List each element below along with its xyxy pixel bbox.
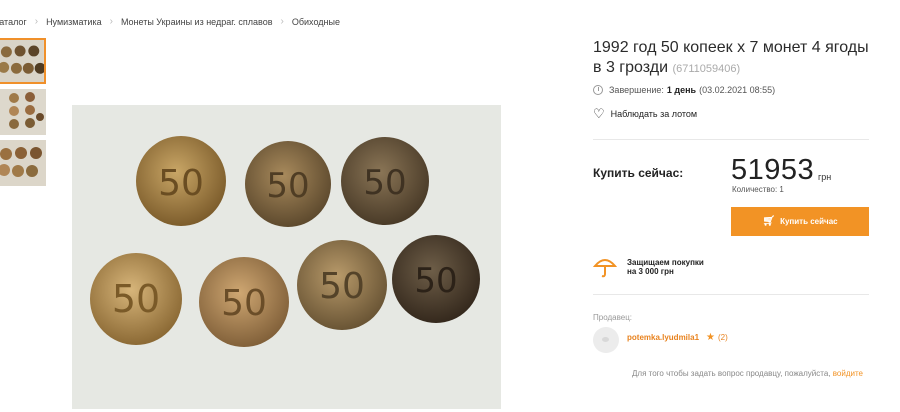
svg-text:50: 50 bbox=[319, 266, 365, 307]
buy-now-label: Купить сейчас: bbox=[593, 166, 684, 180]
cart-icon: 🛒︎ bbox=[762, 216, 776, 227]
divider bbox=[593, 294, 869, 295]
heart-icon: ♡ bbox=[593, 106, 605, 121]
seller-name-link[interactable]: potemka.lyudmila1 bbox=[627, 333, 699, 342]
auction-end: Завершение: 1 день (03.02.2021 08:55) bbox=[593, 85, 873, 95]
quantity: Количество: 1 bbox=[732, 185, 784, 194]
clock-icon bbox=[593, 85, 603, 95]
purchase-protection: Защищаем покупки на 3 000 грн bbox=[593, 256, 873, 278]
breadcrumb-ukraine-coins[interactable]: Монеты Украины из недраг. сплавов bbox=[121, 17, 273, 27]
breadcrumb-catalog[interactable]: Каталог bbox=[0, 17, 27, 27]
thumbnail-1[interactable] bbox=[0, 38, 46, 84]
breadcrumb-separator: › bbox=[280, 16, 284, 27]
main-lot-photo[interactable]: 50 50 50 50 50 50 50 bbox=[72, 105, 501, 409]
thumbnail-image bbox=[0, 140, 46, 186]
protection-text: Защищаем покупки на 3 000 грн bbox=[627, 258, 704, 276]
watch-lot-button[interactable]: ♡ Наблюдать за лотом bbox=[593, 106, 873, 121]
buy-now-button[interactable]: 🛒︎ Купить сейчас bbox=[731, 207, 869, 236]
svg-text:50: 50 bbox=[414, 261, 457, 301]
umbrella-icon bbox=[593, 259, 617, 278]
breadcrumb-numismatics[interactable]: Нумизматика bbox=[46, 17, 102, 27]
svg-text:50: 50 bbox=[266, 166, 309, 206]
svg-text:50: 50 bbox=[158, 163, 204, 204]
currency: грн bbox=[818, 172, 832, 182]
coins-photo-image: 50 50 50 50 50 50 50 bbox=[72, 105, 501, 409]
thumbnail-2[interactable] bbox=[0, 89, 46, 135]
seller-row: potemka.lyudmila1 ★ (2) bbox=[593, 327, 873, 353]
ends-date: (03.02.2021 08:55) bbox=[699, 85, 776, 95]
thumbnail-image bbox=[0, 40, 44, 82]
svg-text:50: 50 bbox=[112, 277, 160, 321]
seller-rating[interactable]: (2) bbox=[718, 333, 728, 342]
lot-info-panel: 1992 год 50 копеек х 7 монет 4 ягоды в 3… bbox=[593, 38, 873, 378]
ask-question-note: Для того чтобы задать вопрос продавцу, п… bbox=[593, 369, 863, 378]
svg-text:50: 50 bbox=[221, 283, 267, 324]
buy-now-button-label: Купить сейчас bbox=[780, 217, 838, 226]
seller-label: Продавец: bbox=[593, 313, 633, 322]
watch-label: Наблюдать за лотом bbox=[610, 109, 698, 119]
breadcrumb-separator: › bbox=[109, 16, 113, 27]
breadcrumb-separator: › bbox=[34, 16, 39, 27]
login-link[interactable]: войдите bbox=[833, 369, 863, 378]
buy-now-block: Купить сейчас: 51953 грн Количество: 1 🛒… bbox=[593, 140, 873, 236]
svg-text:50: 50 bbox=[363, 163, 406, 203]
ends-value: 1 день bbox=[666, 85, 697, 95]
avatar[interactable] bbox=[593, 327, 619, 353]
ask-question-text: Для того чтобы задать вопрос продавцу, п… bbox=[631, 369, 831, 378]
star-icon: ★ bbox=[706, 331, 715, 343]
breadcrumb-circulation[interactable]: Обиходные bbox=[292, 17, 340, 27]
price: 51953 bbox=[731, 154, 815, 186]
breadcrumb: Каталог › Нумизматика › Монеты Украины и… bbox=[0, 16, 340, 27]
thumbnail-3[interactable] bbox=[0, 140, 46, 186]
lot-id: (6711059406) bbox=[672, 63, 741, 75]
ends-label: Завершение: bbox=[609, 85, 664, 95]
photo-thumbnails bbox=[0, 38, 48, 191]
lot-title: 1992 год 50 копеек х 7 монет 4 ягоды в 3… bbox=[593, 38, 873, 79]
thumbnail-image bbox=[0, 89, 46, 135]
